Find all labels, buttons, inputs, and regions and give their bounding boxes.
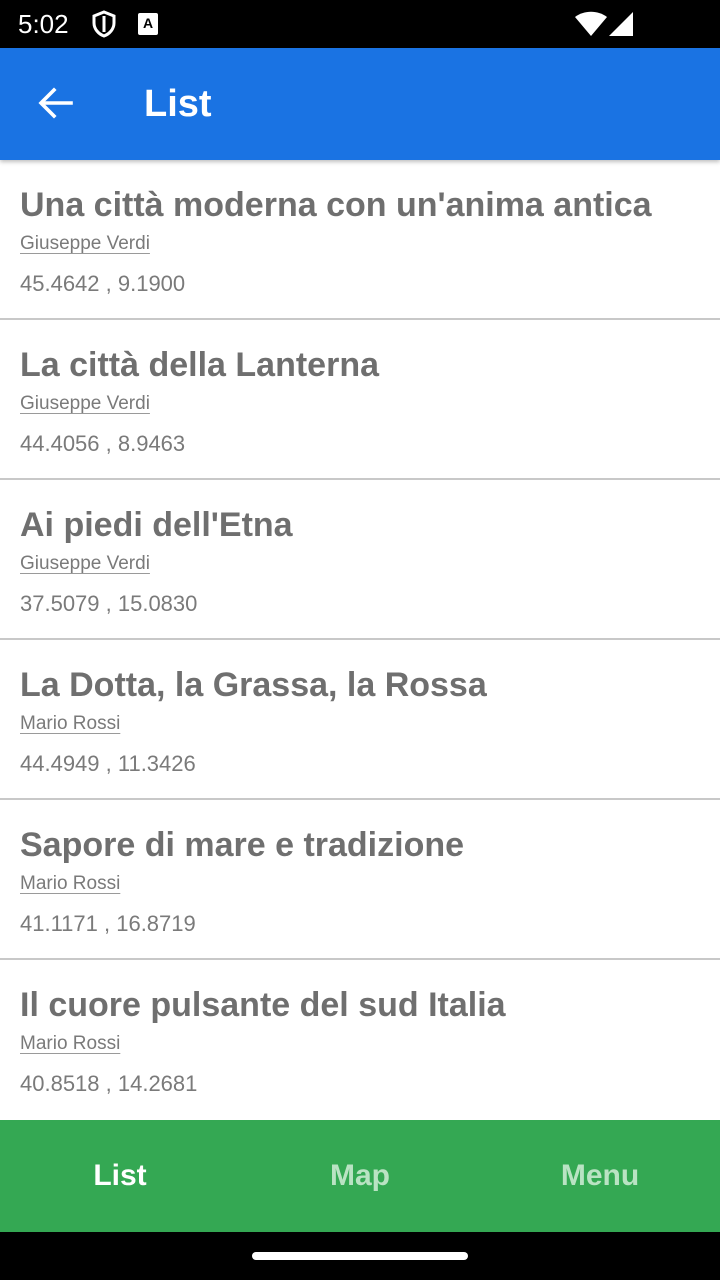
item-title: La città della Lanterna — [20, 346, 379, 384]
app-bar: List — [0, 48, 720, 160]
page-title: List — [144, 83, 212, 125]
item-coordinates: 44.4949 , 11.3426 — [20, 751, 196, 776]
status-bar: 5:02 A — [0, 0, 720, 48]
item-author-link[interactable]: Giuseppe Verdi — [20, 392, 150, 416]
item-author-link[interactable]: Mario Rossi — [20, 712, 120, 736]
system-navigation-bar — [0, 1232, 720, 1280]
back-button[interactable] — [27, 77, 83, 133]
item-author-link[interactable]: Mario Rossi — [20, 1032, 120, 1056]
home-gesture-handle[interactable] — [252, 1252, 468, 1260]
arrow-left-icon — [37, 86, 73, 124]
item-coordinates: 41.1171 , 16.8719 — [20, 911, 196, 936]
item-coordinates: 37.5079 , 15.0830 — [20, 591, 198, 616]
item-coordinates: 44.4056 , 8.9463 — [20, 431, 186, 456]
shield-icon — [91, 10, 117, 38]
list-item[interactable]: La Dotta, la Grassa, la Rossa Mario Ross… — [0, 640, 720, 800]
item-author-link[interactable]: Giuseppe Verdi — [20, 552, 150, 576]
item-title: Sapore di mare e tradizione — [20, 826, 465, 864]
item-coordinates: 40.8518 , 14.2681 — [20, 1071, 198, 1096]
list-item[interactable]: Una città moderna con un'anima antica Gi… — [0, 160, 720, 320]
item-title: Una città moderna con un'anima antica — [20, 186, 652, 224]
bottom-navigation: List Map Menu — [0, 1120, 720, 1232]
tab-list[interactable]: List — [0, 1120, 240, 1232]
place-list[interactable]: Una città moderna con un'anima antica Gi… — [0, 160, 720, 1120]
tab-map[interactable]: Map — [240, 1120, 480, 1232]
list-item[interactable]: Sapore di mare e tradizione Mario Rossi … — [0, 800, 720, 960]
a-notification-icon: A — [138, 13, 158, 35]
item-title: Il cuore pulsante del sud Italia — [20, 986, 506, 1024]
list-item[interactable]: La città della Lanterna Giuseppe Verdi 4… — [0, 320, 720, 480]
item-author-link[interactable]: Mario Rossi — [20, 872, 120, 896]
cell-signal-icon — [608, 11, 634, 37]
item-title: La Dotta, la Grassa, la Rossa — [20, 666, 487, 704]
list-item[interactable]: Ai piedi dell'Etna Giuseppe Verdi 37.507… — [0, 480, 720, 640]
wifi-icon — [574, 11, 608, 37]
tab-menu[interactable]: Menu — [480, 1120, 720, 1232]
item-author-link[interactable]: Giuseppe Verdi — [20, 232, 150, 256]
list-item[interactable]: Il cuore pulsante del sud Italia Mario R… — [0, 960, 720, 1120]
status-time: 5:02 — [18, 9, 69, 39]
item-title: Ai piedi dell'Etna — [20, 506, 293, 544]
item-coordinates: 45.4642 , 9.1900 — [20, 271, 186, 296]
